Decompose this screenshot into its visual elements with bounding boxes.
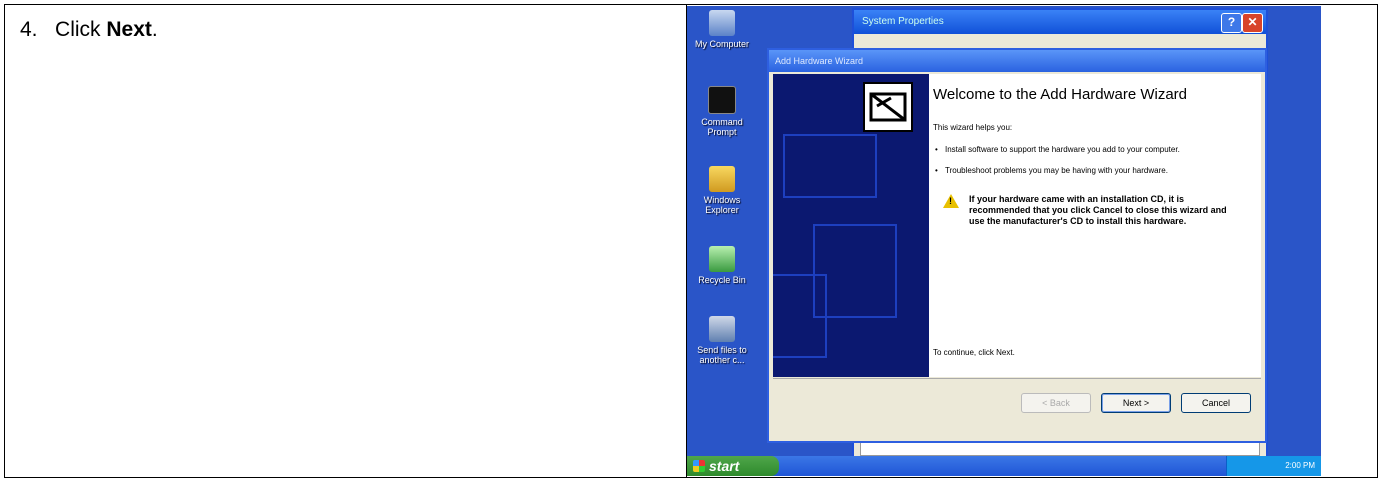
clock: 2:00 PM <box>1285 461 1315 470</box>
step-suffix: . <box>151 18 158 41</box>
start-button[interactable]: start <box>687 456 779 476</box>
step-prefix: Click <box>55 18 107 41</box>
wizard-side-banner <box>773 74 929 377</box>
system-properties-titlebar[interactable]: System Properties ? ✕ <box>854 10 1266 34</box>
folder-icon <box>709 166 735 192</box>
continue-instruction: To continue, click Next. <box>933 348 1015 357</box>
banner-shape <box>773 274 827 358</box>
desktop-icon-command-prompt[interactable]: Command Prompt <box>687 86 757 137</box>
desktop-icon-windows-explorer[interactable]: Windows Explorer <box>687 166 757 215</box>
banner-shape <box>783 134 877 198</box>
windows-logo-icon <box>693 460 705 472</box>
computer-icon <box>709 10 735 36</box>
step-instruction: 4. Click Next. <box>20 18 158 42</box>
cancel-button[interactable]: Cancel <box>1181 393 1251 413</box>
step-number: 4. <box>20 18 38 41</box>
warning-text: If your hardware came with an installati… <box>969 194 1227 226</box>
system-properties-title: System Properties <box>862 16 944 27</box>
help-button[interactable]: ? <box>1221 13 1242 33</box>
close-button[interactable]: ✕ <box>1242 13 1263 33</box>
system-tray: 2:00 PM <box>1226 456 1321 476</box>
wizard-body: Welcome to the Add Hardware Wizard This … <box>773 74 1261 377</box>
desktop-icon-recycle-bin[interactable]: Recycle Bin <box>687 246 757 285</box>
wizard-content: Welcome to the Add Hardware Wizard This … <box>933 86 1255 357</box>
desktop-icon-my-computer[interactable]: My Computer <box>687 10 757 49</box>
wizard-bullets: Install software to support the hardware… <box>933 144 1255 176</box>
back-button[interactable]: < Back <box>1021 393 1091 413</box>
taskbar: start 2:00 PM <box>687 456 1321 476</box>
wizard-separator <box>773 378 1261 379</box>
hardware-icon <box>863 82 913 132</box>
recycle-bin-icon <box>709 246 735 272</box>
list-item: Install software to support the hardware… <box>933 144 1255 155</box>
screenshot-desktop: My Computer Command Prompt Windows Explo… <box>687 6 1321 476</box>
warning-message: ! If your hardware came with an installa… <box>933 194 1229 227</box>
wizard-titlebar[interactable]: Add Hardware Wizard <box>769 50 1265 72</box>
start-label: start <box>709 458 740 474</box>
add-hardware-wizard: Add Hardware Wizard Welcome to the Add H… <box>767 48 1267 443</box>
wizard-title: Add Hardware Wizard <box>775 56 864 66</box>
warning-icon: ! <box>943 194 959 208</box>
next-button[interactable]: Next > <box>1101 393 1171 413</box>
step-bold-word: Next <box>106 18 152 41</box>
desktop-icon-send-files[interactable]: Send files to another c... <box>687 316 757 365</box>
wizard-intro: This wizard helps you: <box>933 123 1013 132</box>
list-item: Troubleshoot problems you may be having … <box>933 165 1255 176</box>
network-computer-icon <box>709 316 735 342</box>
command-prompt-icon <box>708 86 736 114</box>
wizard-heading: Welcome to the Add Hardware Wizard <box>933 86 1187 103</box>
